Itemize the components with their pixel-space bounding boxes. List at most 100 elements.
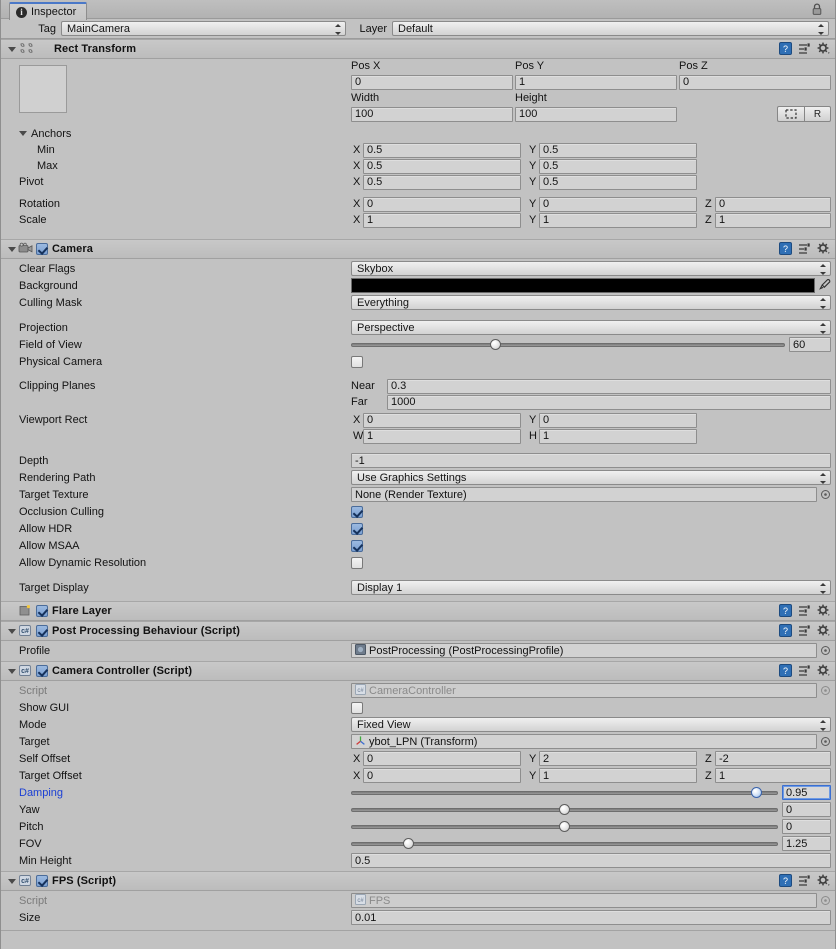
- preset-icon[interactable]: [798, 242, 811, 258]
- allow-dynamic-resolution-checkbox[interactable]: [351, 556, 363, 569]
- yaw-slider[interactable]: [351, 803, 778, 817]
- show-gui-checkbox[interactable]: [351, 701, 363, 714]
- object-picker-icon[interactable]: [820, 736, 831, 747]
- anchors-foldout-label[interactable]: Anchors: [1, 128, 71, 140]
- fov-input[interactable]: 1.25: [782, 836, 831, 851]
- camera-enabled-checkbox[interactable]: [36, 243, 48, 255]
- width-input[interactable]: 100: [351, 106, 513, 122]
- preset-icon[interactable]: [798, 664, 811, 680]
- eyedropper-icon[interactable]: [819, 278, 831, 294]
- help-icon[interactable]: ?: [779, 242, 792, 258]
- scale-x-input[interactable]: 1: [363, 212, 521, 228]
- clip-near-input[interactable]: 0.3: [387, 378, 831, 394]
- slider-knob[interactable]: [403, 838, 415, 849]
- help-icon[interactable]: ?: [779, 42, 792, 58]
- fps-enabled-checkbox[interactable]: [36, 875, 48, 887]
- gear-icon[interactable]: [817, 42, 831, 58]
- viewport-h-input[interactable]: 1: [539, 428, 697, 444]
- anchor-min-y-input[interactable]: 0.5: [539, 142, 697, 158]
- post-processing-enabled-checkbox[interactable]: [36, 625, 48, 637]
- viewport-w-input[interactable]: 1: [363, 428, 521, 444]
- physical-camera-checkbox[interactable]: [351, 355, 363, 368]
- damping-input[interactable]: 0.95: [782, 785, 831, 800]
- target-offset-z-input[interactable]: 1: [715, 768, 831, 783]
- target-offset-y-input[interactable]: 1: [539, 768, 697, 783]
- slider-knob[interactable]: [559, 804, 570, 815]
- self-offset-x-input[interactable]: 0: [363, 751, 521, 766]
- target-texture-objectfield[interactable]: None (Render Texture): [351, 487, 817, 502]
- preset-icon[interactable]: [798, 874, 811, 890]
- self-offset-z-input[interactable]: -2: [715, 751, 831, 766]
- component-header-rect-transform[interactable]: Rect Transform ?: [1, 39, 835, 59]
- gear-icon[interactable]: [817, 874, 831, 890]
- anchor-max-y-input[interactable]: 0.5: [539, 158, 697, 174]
- field-of-view-slider[interactable]: [351, 338, 785, 352]
- component-header-flare-layer[interactable]: Flare Layer ?: [1, 601, 835, 621]
- preset-icon[interactable]: [798, 42, 811, 58]
- flare-layer-enabled-checkbox[interactable]: [36, 605, 48, 617]
- help-icon[interactable]: ?: [779, 604, 792, 620]
- component-header-post-processing[interactable]: c# Post Processing Behaviour (Script) ?: [1, 621, 835, 641]
- foldout-triangle-icon[interactable]: [5, 625, 18, 638]
- foldout-triangle-icon[interactable]: [5, 243, 18, 256]
- target-objectfield[interactable]: ybot_LPN (Transform): [351, 734, 817, 749]
- rotation-y-input[interactable]: 0: [539, 196, 697, 212]
- tag-dropdown[interactable]: MainCamera: [61, 21, 346, 36]
- gear-icon[interactable]: [817, 624, 831, 640]
- component-header-camera-controller[interactable]: c# Camera Controller (Script) ?: [1, 661, 835, 681]
- gear-icon[interactable]: [817, 242, 831, 258]
- component-header-fps[interactable]: c# FPS (Script) ?: [1, 871, 835, 891]
- pivot-x-input[interactable]: 0.5: [363, 174, 521, 190]
- anchor-max-x-input[interactable]: 0.5: [363, 158, 521, 174]
- raw-edit-button[interactable]: R: [804, 106, 831, 122]
- pitch-slider[interactable]: [351, 820, 778, 834]
- gear-icon[interactable]: [817, 604, 831, 620]
- pos-x-input[interactable]: 0: [351, 74, 513, 90]
- help-icon[interactable]: ?: [779, 664, 792, 680]
- foldout-triangle-icon[interactable]: [5, 43, 18, 56]
- gear-icon[interactable]: [817, 664, 831, 680]
- background-color-swatch[interactable]: [351, 278, 815, 293]
- pos-y-input[interactable]: 1: [515, 74, 677, 90]
- damping-slider[interactable]: [351, 786, 778, 800]
- preset-icon[interactable]: [798, 624, 811, 640]
- clear-flags-dropdown[interactable]: Skybox: [351, 261, 831, 276]
- help-icon[interactable]: ?: [779, 874, 792, 890]
- height-input[interactable]: 100: [515, 106, 677, 122]
- target-offset-x-input[interactable]: 0: [363, 768, 521, 783]
- viewport-x-input[interactable]: 0: [363, 412, 521, 428]
- rotation-z-input[interactable]: 0: [715, 196, 831, 212]
- yaw-input[interactable]: 0: [782, 802, 831, 817]
- fov-slider[interactable]: [351, 837, 778, 851]
- pitch-input[interactable]: 0: [782, 819, 831, 834]
- culling-mask-dropdown[interactable]: Everything: [351, 295, 831, 310]
- rotation-x-input[interactable]: 0: [363, 196, 521, 212]
- pos-z-input[interactable]: 0: [679, 74, 831, 90]
- viewport-y-input[interactable]: 0: [539, 412, 697, 428]
- scale-y-input[interactable]: 1: [539, 212, 697, 228]
- size-input[interactable]: 0.01: [351, 910, 831, 925]
- foldout-triangle-icon[interactable]: [5, 875, 18, 888]
- slider-knob[interactable]: [559, 821, 570, 832]
- camera-controller-enabled-checkbox[interactable]: [36, 665, 48, 677]
- preset-icon[interactable]: [798, 604, 811, 620]
- allow-msaa-checkbox[interactable]: [351, 539, 363, 552]
- field-of-view-input[interactable]: 60: [789, 337, 831, 352]
- object-picker-icon[interactable]: [820, 489, 831, 500]
- clip-far-input[interactable]: 1000: [387, 394, 831, 410]
- scale-z-input[interactable]: 1: [715, 212, 831, 228]
- rendering-path-dropdown[interactable]: Use Graphics Settings: [351, 470, 831, 485]
- target-display-dropdown[interactable]: Display 1: [351, 580, 831, 595]
- projection-dropdown[interactable]: Perspective: [351, 320, 831, 335]
- tab-inspector[interactable]: i Inspector: [9, 2, 88, 20]
- occlusion-culling-checkbox[interactable]: [351, 505, 363, 518]
- anchor-preset-button[interactable]: [777, 106, 804, 122]
- min-height-input[interactable]: 0.5: [351, 853, 831, 868]
- help-icon[interactable]: ?: [779, 624, 792, 640]
- self-offset-y-input[interactable]: 2: [539, 751, 697, 766]
- depth-input[interactable]: -1: [351, 453, 831, 468]
- anchor-min-x-input[interactable]: 0.5: [363, 142, 521, 158]
- allow-hdr-checkbox[interactable]: [351, 522, 363, 535]
- object-picker-icon[interactable]: [820, 645, 831, 656]
- profile-objectfield[interactable]: PostProcessing (PostProcessingProfile): [351, 643, 817, 658]
